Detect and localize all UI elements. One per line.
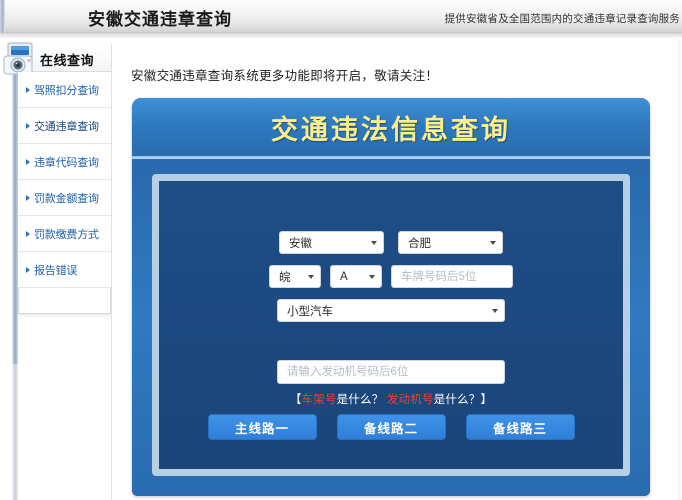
hint-mid-2: 是什么？ xyxy=(434,394,481,406)
panel-title-bar: 交通违法信息查询 xyxy=(132,98,650,156)
sidebar-item-fine-amount[interactable]: 罚款金额查询 xyxy=(18,180,111,216)
plate-letter-value: A xyxy=(340,271,348,283)
panel-title: 交通违法信息查询 xyxy=(271,108,511,147)
sidebar-menu: 驾照扣分查询 交通违章查询 违章代码查询 罚款金额查询 罚款缴费方式 报告错误 xyxy=(18,72,111,288)
sidebar-item-label: 报告错误 xyxy=(34,262,77,278)
city-value: 合肥 xyxy=(408,235,431,251)
plate-number-input[interactable] xyxy=(391,265,513,288)
backup-route-3-button[interactable]: 备线路三 xyxy=(466,414,575,440)
arrow-right-icon xyxy=(26,159,30,165)
region-row: 安徽 合肥 xyxy=(159,231,623,254)
arrow-right-icon xyxy=(26,231,30,237)
panel-divider xyxy=(132,156,650,159)
sidebar-item-label: 驾照扣分查询 xyxy=(34,82,99,98)
page-right-edge xyxy=(678,39,682,500)
backup-route-2-button[interactable]: 备线路二 xyxy=(337,414,446,440)
hint-row: 【车架号是什么？ 发动机号是什么？】 xyxy=(159,391,623,407)
province-value: 安徽 xyxy=(289,235,312,251)
sidebar-item-payment-method[interactable]: 罚款缴费方式 xyxy=(18,216,111,252)
chevron-down-icon xyxy=(371,241,377,245)
arrow-right-icon xyxy=(26,195,30,201)
sidebar-rail-bottom xyxy=(12,364,18,500)
page-root: 安徽交通违章查询 提供安徽省及全国范围内的交通违章记录查询服务 在线查询 驾照扣… xyxy=(0,0,682,500)
vehicle-type-select[interactable]: 小型汽车 xyxy=(277,299,505,322)
header-accent-bar xyxy=(0,0,5,33)
arrow-right-icon xyxy=(26,87,30,93)
vehicle-type-value: 小型汽车 xyxy=(287,303,333,319)
plate-letter-select[interactable]: A xyxy=(330,265,382,288)
primary-route-button[interactable]: 主线路一 xyxy=(208,414,317,440)
plate-row: 皖 A xyxy=(159,265,623,288)
hint-close-bracket: 】 xyxy=(480,394,492,406)
sidebar-heading: 在线查询 xyxy=(40,50,94,69)
sidebar-item-label: 交通违章查询 xyxy=(34,118,99,134)
submit-button-row: 主线路一 备线路二 备线路三 xyxy=(159,414,623,440)
hint-open-bracket: 【 xyxy=(290,394,302,406)
form-hint: 【车架号是什么？ 发动机号是什么？】 xyxy=(290,391,492,407)
sidebar-item-label: 罚款金额查询 xyxy=(34,190,99,206)
sidebar-item-label: 罚款缴费方式 xyxy=(34,226,99,242)
sidebar-item-violation-code[interactable]: 违章代码查询 xyxy=(18,144,111,180)
header-subtitle: 提供安徽省及全国范围内的交通违章记录查询服务 xyxy=(445,11,680,26)
plate-prefix-value: 皖 xyxy=(279,269,291,285)
hint-mid-1: 是什么？ xyxy=(337,394,384,406)
form-area: 安徽 合肥 皖 A xyxy=(159,181,623,469)
notice-text: 安徽交通违章查询系统更多功能即将开启，敬请关注！ xyxy=(131,65,438,84)
engine-number-row xyxy=(159,360,623,384)
chevron-down-icon xyxy=(308,275,314,279)
arrow-right-icon xyxy=(26,267,30,273)
chevron-down-icon xyxy=(369,275,375,279)
vin-help-link[interactable]: 车架号 xyxy=(302,394,337,406)
site-header: 安徽交通违章查询 提供安徽省及全国范围内的交通违章记录查询服务 xyxy=(0,0,682,33)
plate-prefix-select[interactable]: 皖 xyxy=(269,265,321,288)
vehicle-type-row: 小型汽车 xyxy=(159,299,623,322)
province-select[interactable]: 安徽 xyxy=(279,231,384,254)
engine-number-help-link[interactable]: 发动机号 xyxy=(387,394,434,406)
header-shadow xyxy=(0,33,682,39)
sidebar-item-license-points[interactable]: 驾照扣分查询 xyxy=(18,72,111,108)
sidebar-item-report-error[interactable]: 报告错误 xyxy=(18,252,111,288)
chevron-down-icon xyxy=(492,309,498,313)
page-title: 安徽交通违章查询 xyxy=(88,5,232,30)
city-select[interactable]: 合肥 xyxy=(398,231,503,254)
engine-number-input[interactable] xyxy=(277,360,505,384)
arrow-right-icon xyxy=(26,123,30,129)
form-frame: 安徽 合肥 皖 A xyxy=(152,174,630,476)
chevron-down-icon xyxy=(490,241,496,245)
query-panel: 交通违法信息查询 安徽 合肥 xyxy=(132,98,650,496)
sidebar-item-label: 违章代码查询 xyxy=(34,154,99,170)
sidebar-item-traffic-violation[interactable]: 交通违章查询 xyxy=(18,108,111,144)
